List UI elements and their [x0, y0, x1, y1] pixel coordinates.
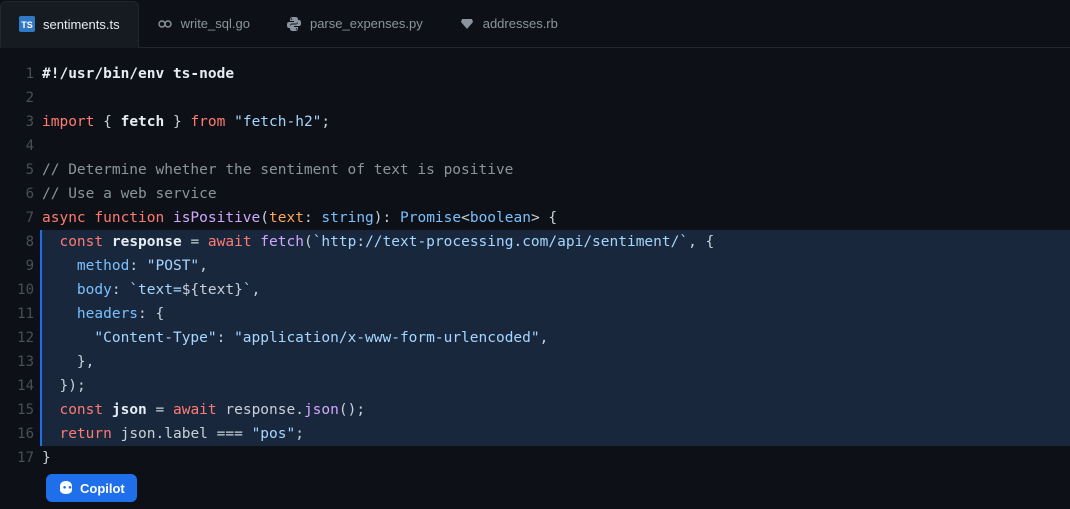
code-line: method: "POST", — [40, 254, 1070, 278]
code-line — [42, 134, 1070, 158]
ruby-icon — [459, 16, 475, 32]
code-line: }); — [40, 374, 1070, 398]
tab-bar: TS sentiments.ts write_sql.go parse_expe… — [0, 0, 1070, 48]
shebang: #!/usr/bin/env ts-node — [42, 66, 234, 82]
code-editor[interactable]: 1 2 3 4 5 6 7 8 9 10 11 12 13 14 15 16 1… — [0, 48, 1070, 509]
tab-write-sql-go[interactable]: write_sql.go — [139, 0, 268, 47]
code-line: headers: { — [40, 302, 1070, 326]
copilot-icon — [58, 480, 74, 496]
tab-label: sentiments.ts — [43, 17, 120, 32]
line-number: 13 — [0, 350, 34, 374]
line-number: 3 — [0, 110, 34, 134]
code-line: return json.label === "pos"; — [40, 422, 1070, 446]
typescript-icon: TS — [19, 16, 35, 32]
line-number: 2 — [0, 86, 34, 110]
line-number: 1 — [0, 62, 34, 86]
line-number: 14 — [0, 374, 34, 398]
line-number: 15 — [0, 398, 34, 422]
code-area[interactable]: #!/usr/bin/env ts-node import { fetch } … — [42, 62, 1070, 509]
code-line: // Use a web service — [42, 182, 1070, 206]
tab-addresses-rb[interactable]: addresses.rb — [441, 0, 576, 47]
code-line: async function isPositive(text: string):… — [42, 206, 1070, 230]
line-number: 12 — [0, 326, 34, 350]
tab-parse-expenses-py[interactable]: parse_expenses.py — [268, 0, 441, 47]
code-line: }, — [40, 350, 1070, 374]
line-number: 5 — [0, 158, 34, 182]
line-number: 11 — [0, 302, 34, 326]
tab-label: addresses.rb — [483, 16, 558, 31]
tab-sentiments-ts[interactable]: TS sentiments.ts — [0, 1, 139, 48]
tab-label: parse_expenses.py — [310, 16, 423, 31]
line-number: 4 — [0, 134, 34, 158]
line-number: 9 — [0, 254, 34, 278]
code-line: // Determine whether the sentiment of te… — [42, 158, 1070, 182]
copilot-button[interactable]: Copilot — [46, 474, 137, 502]
line-number: 6 — [0, 182, 34, 206]
code-line: body: `text=${text}`, — [40, 278, 1070, 302]
code-line: const response = await fetch(`http://tex… — [40, 230, 1070, 254]
line-gutter: 1 2 3 4 5 6 7 8 9 10 11 12 13 14 15 16 1… — [0, 62, 42, 509]
python-icon — [286, 16, 302, 32]
line-number: 16 — [0, 422, 34, 446]
code-line — [42, 86, 1070, 110]
svg-text:TS: TS — [21, 20, 33, 30]
line-number: 7 — [0, 206, 34, 230]
code-line: } — [42, 446, 1070, 470]
line-number: 17 — [0, 446, 34, 470]
line-number: 10 — [0, 278, 34, 302]
line-number: 8 — [0, 230, 34, 254]
code-line: #!/usr/bin/env ts-node — [42, 62, 1070, 86]
code-line: import { fetch } from "fetch-h2"; — [42, 110, 1070, 134]
go-icon — [157, 16, 173, 32]
code-line: const json = await response.json(); — [40, 398, 1070, 422]
copilot-label: Copilot — [80, 481, 125, 496]
code-line: "Content-Type": "application/x-www-form-… — [40, 326, 1070, 350]
tab-label: write_sql.go — [181, 16, 250, 31]
